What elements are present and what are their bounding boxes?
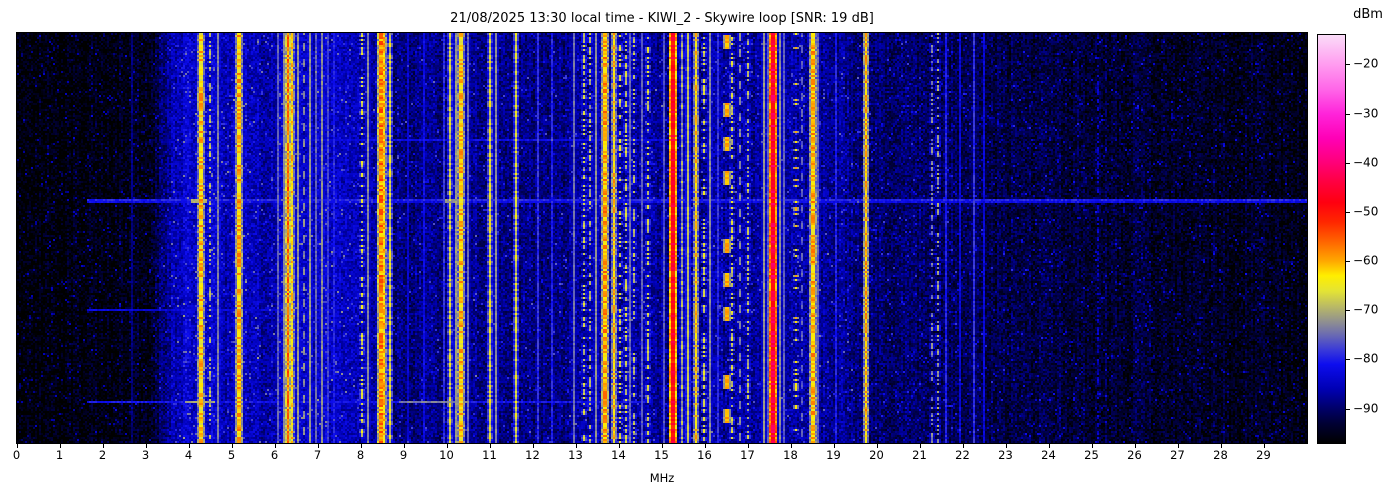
colorbar-label: dBm [1353,7,1383,22]
colorbar-tick [1346,211,1350,213]
colorbar-tick-label: −40 [1353,155,1379,170]
x-tick-label: 29 [1256,448,1271,462]
x-tick-label: 15 [654,448,669,462]
x-tick-label: 14 [611,448,626,462]
spectrogram-figure: 21/08/2025 13:30 local time - KIWI_2 - S… [0,0,1400,500]
colorbar-tick [1346,162,1350,164]
x-tick-label: 3 [141,448,150,462]
colorbar-tick [1346,113,1350,115]
x-tick-label: 12 [525,448,540,462]
x-tick-label: 18 [783,448,798,462]
x-axis-label: MHz [649,471,675,485]
x-tick-label: 0 [12,448,21,462]
x-tick-label: 5 [227,448,236,462]
colorbar-tick-label: −70 [1353,302,1379,317]
x-tick-label: 6 [270,448,279,462]
x-tick-label: 22 [955,448,970,462]
colorbar-tick [1346,261,1350,263]
x-tick-label: 23 [998,448,1013,462]
colorbar-tick [1346,359,1350,361]
x-tick-label: 21 [912,448,927,462]
x-tick-label: 11 [482,448,497,462]
x-tick-label: 9 [399,448,408,462]
chart-title: 21/08/2025 13:30 local time - KIWI_2 - S… [450,11,874,26]
x-tick-label: 24 [1041,448,1056,462]
colorbar-tick-label: −60 [1353,253,1379,268]
colorbar-tick-label: −90 [1353,401,1379,416]
x-tick-label: 17 [740,448,755,462]
x-tick-label: 16 [697,448,712,462]
colorbar-gradient [1318,35,1345,443]
colorbar-tick [1346,310,1350,312]
x-tick-label: 1 [55,448,64,462]
x-tick-label: 28 [1213,448,1228,462]
colorbar [1317,34,1346,444]
x-tick-label: 27 [1170,448,1185,462]
x-tick-label: 8 [356,448,365,462]
x-tick-label: 19 [826,448,841,462]
x-tick-label: 26 [1127,448,1142,462]
colorbar-tick-label: −20 [1353,57,1379,72]
colorbar-tick-label: −50 [1353,204,1379,219]
x-tick-label: 13 [568,448,583,462]
spectrogram-canvas [17,33,1307,443]
x-tick-label: 10 [439,448,454,462]
x-tick-label: 2 [98,448,107,462]
x-tick-label: 4 [184,448,193,462]
colorbar-tick-label: −80 [1353,352,1379,367]
x-tick-label: 7 [313,448,322,462]
spectrogram-plot-area [16,32,1308,444]
x-tick-label: 25 [1084,448,1099,462]
colorbar-tick [1346,64,1350,66]
colorbar-tick [1346,408,1350,410]
colorbar-tick-label: −30 [1353,106,1379,121]
x-tick-label: 20 [869,448,884,462]
